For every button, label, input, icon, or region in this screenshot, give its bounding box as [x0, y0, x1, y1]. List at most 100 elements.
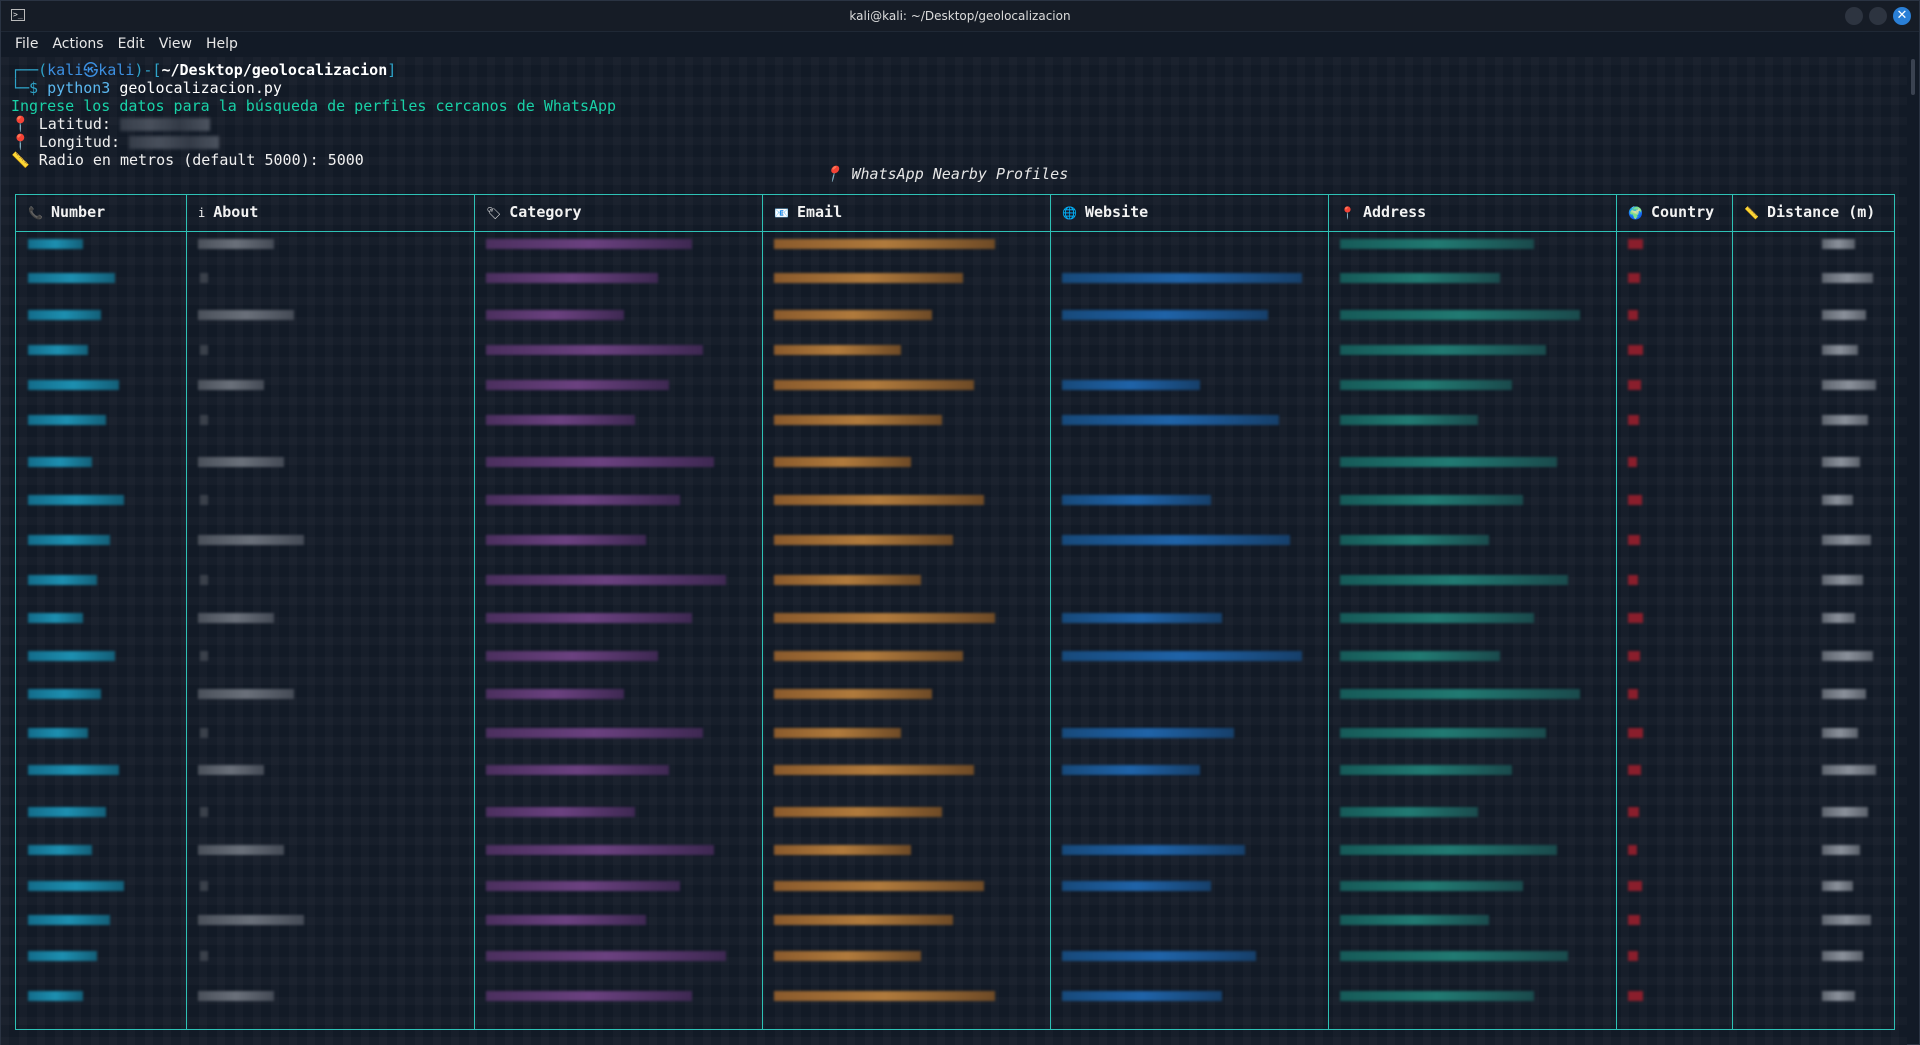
- redacted-cell: [28, 689, 101, 699]
- scrollbar[interactable]: [1911, 59, 1915, 95]
- terminal-app-icon: >_: [11, 9, 25, 21]
- redacted-cell: [774, 239, 995, 249]
- redacted-cell: [1822, 845, 1860, 855]
- redacted-cell: [1062, 380, 1200, 390]
- redacted-cell: [774, 765, 974, 775]
- redacted-cell: [1822, 575, 1863, 585]
- redacted-cell: [1340, 915, 1489, 925]
- redacted-cell: [200, 345, 208, 355]
- menu-view[interactable]: View: [159, 36, 192, 52]
- command-arg: geolocalizacion.py: [119, 79, 282, 97]
- redacted-cell: [200, 273, 208, 283]
- redacted-cell: [200, 415, 208, 425]
- window-title: kali@kali: ~/Desktop/geolocalizacion: [849, 9, 1071, 23]
- redacted-cell: [198, 535, 304, 545]
- redacted-cell: [774, 951, 921, 961]
- redacted-cell: [774, 345, 901, 355]
- longitude-value-redacted: [129, 136, 220, 149]
- redacted-cell: [1340, 535, 1489, 545]
- redacted-cell: [774, 273, 963, 283]
- redacted-cell: [1628, 613, 1643, 623]
- minimize-button[interactable]: [1845, 7, 1863, 25]
- menu-edit[interactable]: Edit: [118, 36, 145, 52]
- redacted-cell: [774, 495, 984, 505]
- redacted-cell: [486, 575, 726, 585]
- redacted-cell: [486, 951, 726, 961]
- redacted-cell: [486, 915, 646, 925]
- redacted-cell: [198, 380, 264, 390]
- redacted-cell: [198, 765, 264, 775]
- redacted-cell: [198, 613, 274, 623]
- redacted-cell: [1062, 535, 1290, 545]
- redacted-cell: [1340, 689, 1580, 699]
- header-country: 🌍 Country: [1628, 203, 1715, 221]
- redacted-cell: [774, 457, 911, 467]
- redacted-cell: [1822, 765, 1876, 775]
- redacted-cell: [1628, 915, 1640, 925]
- redacted-cell: [486, 728, 703, 738]
- redacted-cell: [486, 689, 624, 699]
- redacted-cell: [1628, 951, 1638, 961]
- redacted-cell: [486, 535, 646, 545]
- redacted-cell: [1340, 807, 1478, 817]
- redacted-cell: [1628, 415, 1639, 425]
- redacted-cell: [1628, 845, 1637, 855]
- profiles-table: 📞 Number i About 🏷 Category 📧 Email 🌐 Website 📍 Add…: [15, 194, 1895, 1030]
- redacted-cell: [1822, 380, 1876, 390]
- redacted-cell: [774, 991, 995, 1001]
- redacted-cell: [1340, 651, 1500, 661]
- redacted-cell: [486, 457, 714, 467]
- redacted-cell: [1822, 273, 1873, 283]
- header-distance-m: 📏 Distance (m): [1744, 203, 1876, 221]
- redacted-cell: [28, 310, 101, 320]
- redacted-cell: [1062, 415, 1279, 425]
- table-title: 📍 WhatsApp Nearby Profiles: [823, 165, 1069, 183]
- redacted-cell: [28, 239, 83, 249]
- redacted-cell: [1628, 239, 1643, 249]
- header-category: 🏷 Category: [486, 203, 582, 221]
- redacted-cell: [198, 915, 304, 925]
- redacted-cell: [774, 535, 953, 545]
- redacted-cell: [28, 380, 119, 390]
- column-separator: [1050, 195, 1051, 1029]
- header-about: i About: [198, 203, 259, 221]
- redacted-cell: [1062, 845, 1245, 855]
- terminal-window: >_ kali@kali: ~/Desktop/geolocalizacion …: [0, 0, 1920, 1045]
- redacted-cell: [486, 991, 692, 1001]
- latitude-line: 📍 Latitud:: [11, 115, 210, 133]
- redacted-cell: [1822, 881, 1853, 891]
- menu-help[interactable]: Help: [206, 36, 238, 52]
- redacted-cell: [1340, 575, 1568, 585]
- redacted-cell: [28, 765, 119, 775]
- redacted-cell: [1628, 991, 1643, 1001]
- redacted-cell: [1340, 613, 1534, 623]
- redacted-cell: [1628, 651, 1640, 661]
- redacted-cell: [200, 575, 208, 585]
- redacted-cell: [1340, 239, 1534, 249]
- column-separator: [1616, 195, 1617, 1029]
- redacted-cell: [1062, 765, 1200, 775]
- redacted-cell: [28, 807, 106, 817]
- redacted-cell: [1062, 651, 1302, 661]
- menu-file[interactable]: File: [15, 36, 38, 52]
- redacted-cell: [28, 345, 88, 355]
- redacted-cell: [1628, 535, 1640, 545]
- close-button[interactable]: ✕: [1893, 7, 1911, 25]
- header-email: 📧 Email: [774, 203, 843, 221]
- redacted-cell: [1628, 765, 1641, 775]
- mail-icon: 📧: [774, 206, 789, 220]
- redacted-cell: [28, 845, 92, 855]
- redacted-cell: [1628, 495, 1642, 505]
- redacted-cell: [1340, 380, 1512, 390]
- redacted-cell: [486, 651, 658, 661]
- redacted-cell: [1340, 310, 1580, 320]
- terminal-area[interactable]: ┌──(kali㉿kali)-[~/Desktop/geolocalizacio…: [1, 57, 1907, 1045]
- redacted-cell: [1628, 273, 1640, 283]
- redacted-cell: [198, 845, 284, 855]
- redacted-cell: [198, 991, 274, 1001]
- maximize-button[interactable]: [1869, 7, 1887, 25]
- redacted-cell: [1822, 689, 1866, 699]
- redacted-cell: [774, 689, 932, 699]
- header-number: 📞 Number: [28, 203, 106, 221]
- menu-actions[interactable]: Actions: [52, 36, 103, 52]
